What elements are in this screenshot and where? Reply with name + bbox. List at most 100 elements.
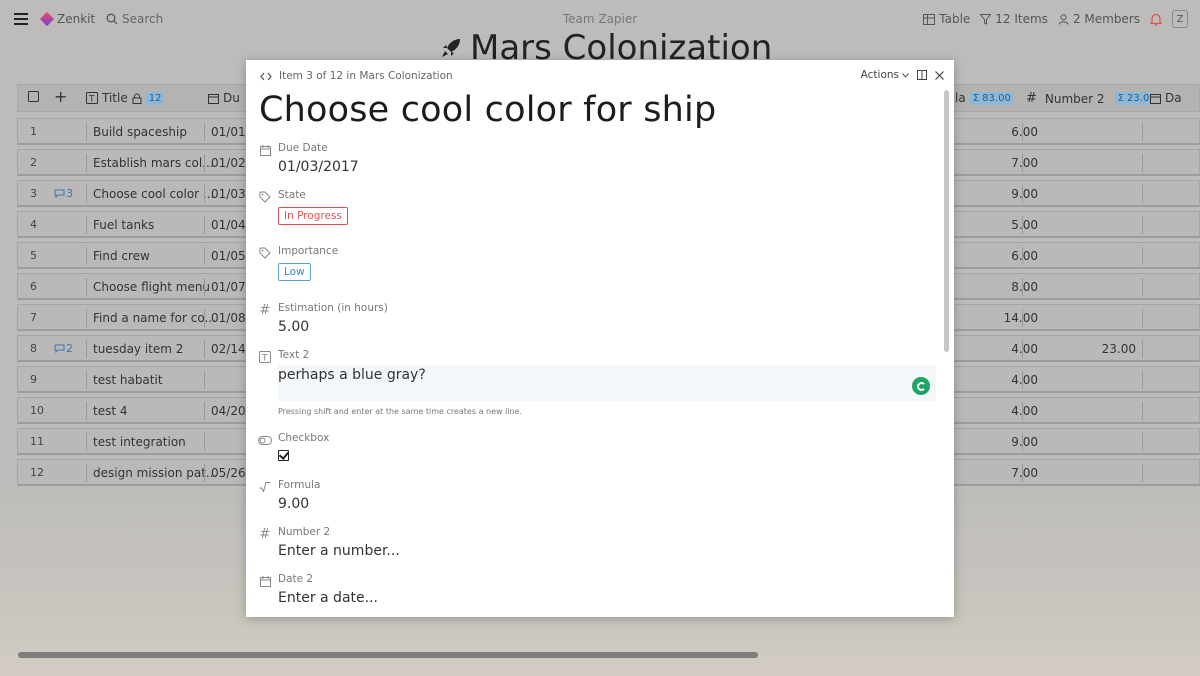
calendar-icon — [258, 574, 272, 588]
top-right-controls: Table 12 Items 2 Members Z — [923, 10, 1188, 28]
field-date2: Date 2 Enter a date... — [258, 573, 928, 613]
search-button[interactable]: Search — [106, 12, 163, 26]
row-title[interactable]: Fuel tanks — [86, 216, 154, 234]
column-divider — [1142, 464, 1143, 482]
split-view-icon[interactable] — [917, 70, 927, 80]
due-date-value[interactable]: 01/03/2017 — [278, 159, 359, 175]
view-switcher[interactable]: Table — [923, 12, 970, 26]
row-title[interactable]: Choose flight menu — [86, 278, 210, 296]
column-header-title[interactable]: T Title 12 — [86, 91, 165, 105]
row-number: 10 — [30, 404, 44, 417]
field-importance: Importance Low — [258, 245, 928, 289]
members-button[interactable]: 2 Members — [1058, 12, 1140, 26]
column-divider — [1142, 340, 1143, 358]
row-title[interactable]: design mission pat... — [86, 464, 217, 482]
filter-button[interactable]: 12 Items — [980, 12, 1048, 26]
column-divider — [1142, 433, 1143, 451]
importance-tag[interactable]: Low — [278, 263, 311, 281]
row-number2[interactable]: 23.00 — [1058, 342, 1136, 356]
number2-sum-badge: Σ 23.0 — [1114, 92, 1153, 105]
rocket-icon — [442, 39, 460, 57]
text2-hint: Pressing shift and enter at the same tim… — [278, 407, 523, 416]
row-title[interactable]: Choose cool color ... — [86, 185, 214, 203]
code-brackets-icon[interactable] — [260, 72, 272, 81]
row-due-date[interactable]: 01/07/ — [204, 278, 250, 296]
user-avatar[interactable]: Z — [1172, 10, 1188, 28]
row-due-date[interactable]: 01/04/ — [204, 216, 250, 234]
row-formula: 6.00 — [1011, 125, 1038, 139]
row-due-date[interactable]: 01/03/ — [204, 185, 250, 203]
toggle-icon — [258, 433, 272, 447]
close-icon[interactable] — [935, 70, 944, 80]
add-item-button[interactable]: + — [54, 87, 67, 106]
comment-count[interactable]: 3 — [54, 187, 73, 200]
column-header-due[interactable]: Du — [208, 91, 240, 105]
estimation-value[interactable]: 5.00 — [278, 319, 309, 335]
row-title[interactable]: Establish mars col... — [86, 154, 214, 172]
estimation-label: Estimation (in hours) — [278, 302, 388, 314]
modal-scrollbar[interactable] — [944, 90, 949, 352]
text2-value: perhaps a blue gray? — [278, 367, 426, 383]
checkbox-checked[interactable] — [278, 450, 289, 461]
comment-count[interactable]: 2 — [54, 342, 73, 355]
search-icon — [106, 13, 118, 25]
bell-icon[interactable] — [1150, 13, 1162, 26]
row-title[interactable]: test 4 — [86, 402, 128, 420]
column-divider — [1142, 247, 1143, 265]
date2-input[interactable]: Enter a date... — [278, 590, 378, 606]
search-label: Search — [122, 12, 164, 26]
item-detail-modal: Item 3 of 12 in Mars Colonization Action… — [246, 60, 954, 617]
column-title-label: Title — [102, 91, 128, 105]
item-title[interactable]: Choose cool color for ship — [259, 90, 716, 130]
app-logo[interactable]: Zenkit — [39, 11, 95, 27]
actions-dropdown[interactable]: Actions — [861, 69, 909, 81]
column-header-number2[interactable]: # Number 2 Σ 23.0 — [1026, 91, 1153, 106]
row-formula: 4.00 — [1011, 373, 1038, 387]
row-title[interactable]: Find crew — [86, 247, 150, 265]
row-due-date[interactable] — [204, 433, 211, 451]
row-number: 11 — [30, 435, 44, 448]
field-due-date: Due Date 01/03/2017 — [258, 142, 928, 182]
row-title[interactable]: test habatit — [86, 371, 163, 389]
horizontal-scrollbar[interactable] — [18, 652, 758, 658]
column-header-formula[interactable]: la Σ 83.00 — [955, 91, 1014, 105]
row-due-date[interactable]: 04/20/ — [204, 402, 250, 420]
workspace-name[interactable]: Team Zapier — [540, 12, 660, 26]
calendar-icon — [1150, 93, 1161, 104]
row-due-date[interactable]: 05/26/ — [204, 464, 250, 482]
row-title[interactable]: Build spaceship — [86, 123, 187, 141]
row-due-date[interactable]: 01/08/ — [204, 309, 250, 327]
column-divider — [1142, 309, 1143, 327]
row-due-date[interactable]: 02/14/ — [204, 340, 250, 358]
menu-icon[interactable] — [14, 13, 28, 25]
column-divider — [1142, 154, 1143, 172]
column-formula-label: la — [955, 91, 966, 105]
tag-icon — [258, 246, 272, 260]
column-date2-label: Da — [1165, 91, 1182, 105]
modal-breadcrumb: Item 3 of 12 in Mars Colonization — [260, 70, 453, 82]
row-due-date[interactable] — [204, 371, 211, 389]
title-count-badge: 12 — [145, 91, 165, 105]
formula-sum-badge: Σ 83.00 — [969, 91, 1014, 105]
field-number2: # Number 2 Enter a number... — [258, 526, 928, 566]
tag-icon — [258, 190, 272, 204]
column-header-date2[interactable]: Da — [1150, 91, 1182, 105]
row-due-date[interactable]: 01/02/ — [204, 154, 250, 172]
row-number: 1 — [30, 125, 37, 138]
formula-icon — [258, 480, 272, 494]
row-title[interactable]: test integration — [86, 433, 186, 451]
text2-textarea[interactable]: perhaps a blue gray? — [278, 365, 936, 401]
row-title[interactable]: Find a name for co... — [86, 309, 216, 327]
row-title[interactable]: tuesday item 2 — [86, 340, 183, 358]
row-due-date[interactable]: 01/05/ — [204, 247, 250, 265]
grammarly-icon[interactable] — [912, 377, 930, 395]
column-divider — [1142, 185, 1143, 203]
field-formula: Formula 9.00 — [258, 479, 928, 519]
state-tag[interactable]: In Progress — [278, 207, 348, 225]
row-number: 4 — [30, 218, 37, 231]
row-due-date[interactable]: 01/01/ — [204, 123, 250, 141]
select-all-checkbox[interactable] — [28, 91, 39, 102]
row-number: 5 — [30, 249, 37, 262]
number2-input[interactable]: Enter a number... — [278, 543, 400, 559]
actions-label: Actions — [860, 69, 899, 81]
